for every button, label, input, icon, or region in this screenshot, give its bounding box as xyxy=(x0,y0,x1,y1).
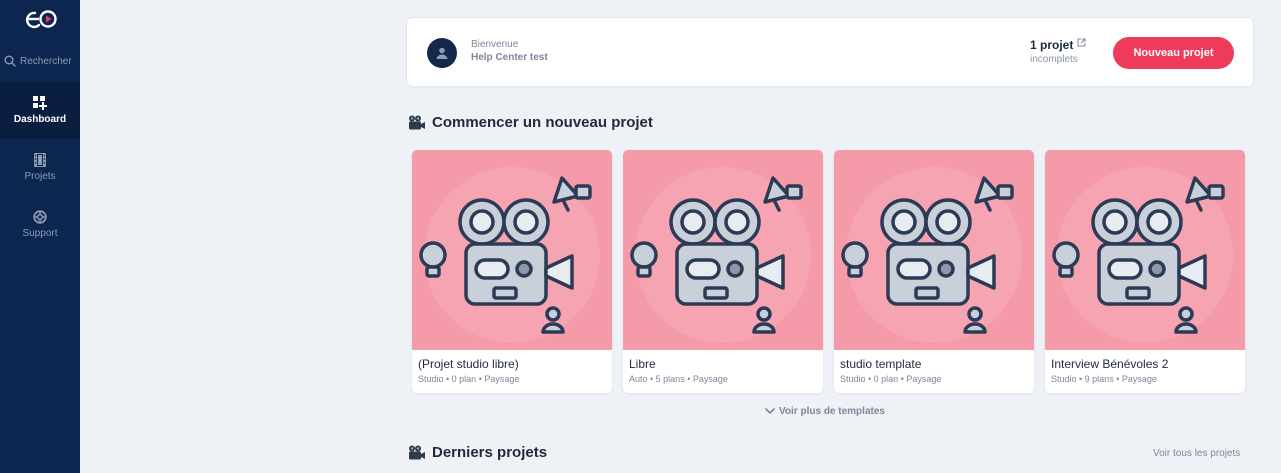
sidebar-item-dashboard[interactable]: Dashboard xyxy=(0,82,80,139)
sidebar-item-support[interactable]: Support xyxy=(0,196,80,253)
sidebar-search[interactable]: Rechercher xyxy=(0,53,80,69)
template-title: (Projet studio libre) xyxy=(418,357,519,371)
template-meta: Studio • 0 plan • Paysage xyxy=(418,374,520,384)
sidebar-nav: Dashboard Projets Support xyxy=(0,82,80,253)
sidebar: Rechercher Dashboard Projets Support xyxy=(0,0,80,473)
film-icon xyxy=(34,153,46,167)
template-meta: Auto • 5 plans • Paysage xyxy=(629,374,728,384)
template-thumbnail xyxy=(412,150,612,350)
template-card[interactable]: Interview Bénévoles 2 Studio • 9 plans •… xyxy=(1045,150,1245,393)
video-camera-illustration-icon xyxy=(841,167,1022,343)
movie-camera-icon xyxy=(409,445,425,459)
sidebar-search-label: Rechercher xyxy=(20,55,72,67)
welcome-card: Bienvenue Help Center test 1 projet inco… xyxy=(406,17,1254,87)
recent-section-title: Derniers projets xyxy=(408,444,547,461)
avatar[interactable] xyxy=(427,38,457,68)
show-more-label: Voir plus de templates xyxy=(779,406,885,417)
template-card[interactable]: (Projet studio libre) Studio • 0 plan • … xyxy=(412,150,612,393)
template-thumbnail xyxy=(834,150,1034,350)
template-meta: Studio • 0 plan • Paysage xyxy=(840,374,942,384)
movie-camera-icon xyxy=(409,115,425,129)
sidebar-item-label: Dashboard xyxy=(13,114,67,125)
template-thumbnail xyxy=(623,150,823,350)
lifebuoy-icon xyxy=(33,210,47,224)
external-link-icon xyxy=(1077,38,1086,47)
templates-section-title: Commencer un nouveau projet xyxy=(408,114,653,131)
project-count: 1 projet xyxy=(1030,38,1074,52)
user-icon xyxy=(436,47,448,59)
section-title-text: Commencer un nouveau projet xyxy=(432,114,653,131)
section-title-text: Derniers projets xyxy=(432,444,548,461)
template-title: Libre xyxy=(629,357,656,371)
user-name: Help Center test xyxy=(471,52,548,63)
sidebar-item-projets[interactable]: Projets xyxy=(0,139,80,196)
template-meta: Studio • 9 plans • Paysage xyxy=(1051,374,1157,384)
template-thumbnail xyxy=(1045,150,1245,350)
template-title: studio template xyxy=(840,357,922,371)
new-project-button[interactable]: Nouveau projet xyxy=(1113,37,1234,69)
app-logo-icon[interactable] xyxy=(22,6,58,32)
show-more-templates-link[interactable]: Voir plus de templates xyxy=(765,406,885,417)
dashboard-icon xyxy=(33,96,47,110)
video-camera-illustration-icon xyxy=(630,167,811,343)
sidebar-item-label: Support xyxy=(22,228,58,239)
sidebar-item-label: Projets xyxy=(24,171,56,182)
welcome-text: Bienvenue xyxy=(471,39,519,50)
chevron-down-icon xyxy=(765,408,775,414)
project-status: incomplets xyxy=(1030,54,1078,65)
template-title: Interview Bénévoles 2 xyxy=(1051,357,1169,371)
video-camera-illustration-icon xyxy=(419,167,600,343)
search-icon xyxy=(4,55,16,67)
template-card[interactable]: Libre Auto • 5 plans • Paysage xyxy=(623,150,823,393)
see-all-projects-link[interactable]: Voir tous les projets xyxy=(1153,448,1240,459)
template-card[interactable]: studio template Studio • 0 plan • Paysag… xyxy=(834,150,1034,393)
video-camera-illustration-icon xyxy=(1052,167,1233,343)
project-count-link[interactable]: 1 projet xyxy=(1030,38,1086,52)
